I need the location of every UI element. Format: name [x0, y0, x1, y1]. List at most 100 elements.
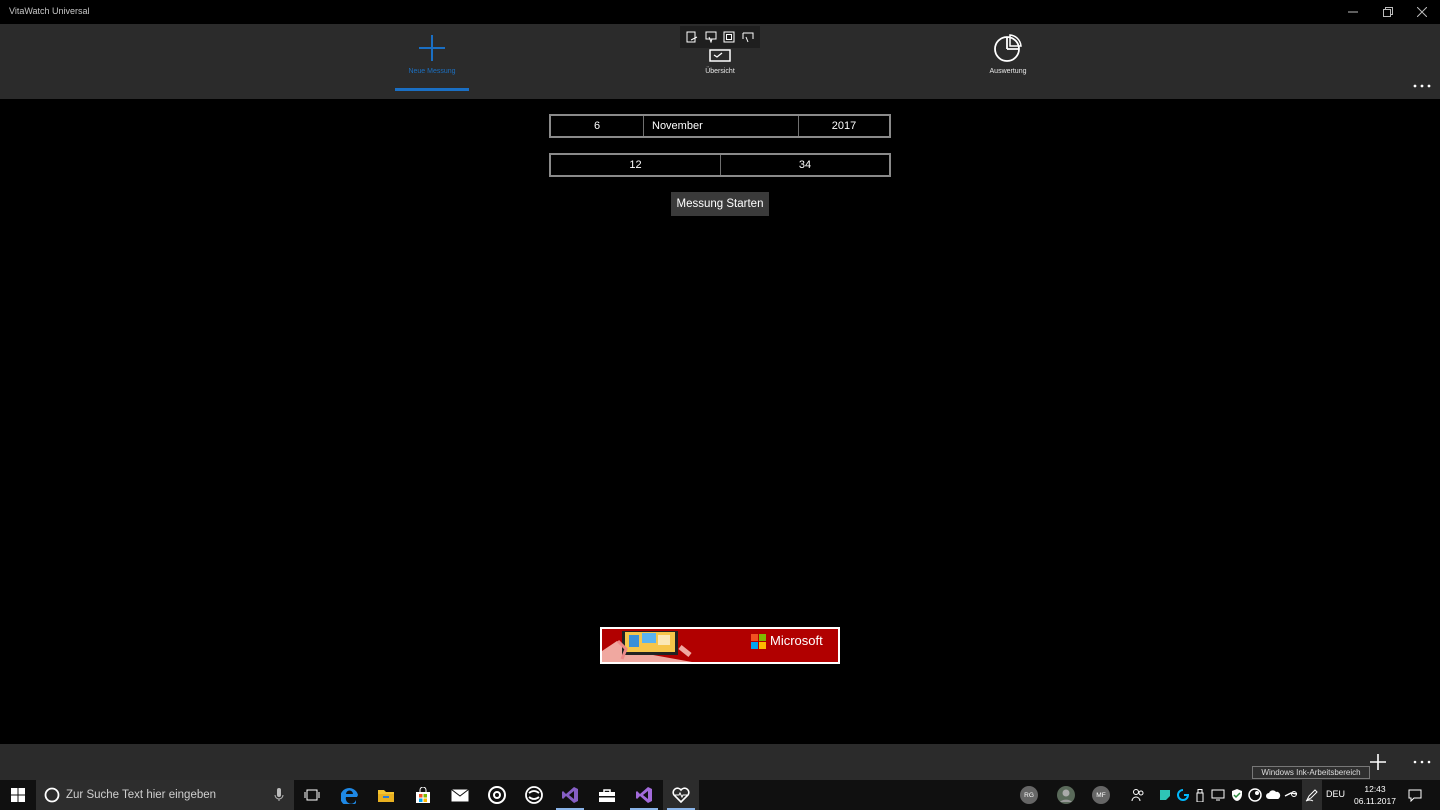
edge-button[interactable]	[332, 780, 368, 810]
search-placeholder: Zur Suche Text hier eingeben	[66, 789, 217, 801]
usb-button[interactable]	[1192, 780, 1208, 810]
more-icon	[1413, 84, 1431, 88]
mail-button[interactable]	[442, 780, 478, 810]
minute-selector[interactable]: 34	[720, 155, 889, 175]
screen-clip-button[interactable]	[703, 29, 719, 45]
tray-app-button[interactable]	[1157, 780, 1173, 810]
people-button[interactable]	[1128, 780, 1148, 810]
mail-icon	[451, 788, 469, 801]
active-tab-indicator	[395, 88, 469, 91]
ink-toolbar	[680, 26, 760, 48]
title-bar: VitaWatch Universal	[0, 0, 1440, 24]
clock[interactable]: 12:43 06.11.2017	[1350, 783, 1400, 807]
ad-brand: Microsoft	[770, 633, 823, 648]
action-center-button[interactable]	[1404, 780, 1426, 810]
window-clip-button[interactable]	[721, 29, 737, 45]
store-button[interactable]	[405, 780, 441, 810]
ad-illustration	[602, 629, 750, 662]
pen-icon	[1305, 789, 1318, 802]
cortana-icon	[44, 787, 60, 803]
contact-photo-button[interactable]	[1056, 780, 1076, 810]
app-bar	[0, 744, 1440, 780]
file-explorer-button[interactable]	[368, 780, 404, 810]
close-button[interactable]	[1405, 0, 1439, 24]
ad-banner[interactable]: Microsoft	[600, 627, 840, 664]
task-view-icon	[304, 789, 320, 801]
search-box[interactable]: Zur Suche Text hier eingeben	[36, 780, 294, 810]
input-language[interactable]: DEU	[1326, 789, 1345, 799]
screen-sketch-button[interactable]	[684, 29, 700, 45]
visual-studio-icon	[636, 787, 652, 803]
month-selector[interactable]: November	[643, 116, 798, 136]
hour-selector[interactable]: 12	[551, 155, 720, 175]
microsoft-logo-icon	[751, 634, 766, 649]
vitawatch-taskbar-button[interactable]	[663, 780, 699, 810]
tray-app-icon	[1160, 790, 1170, 800]
visual-studio-button[interactable]	[552, 780, 588, 810]
tab-label: Auswertung	[989, 68, 1027, 75]
pie-chart-icon	[992, 32, 1024, 64]
start-measurement-button[interactable]: Messung Starten	[671, 192, 769, 216]
avatar[interactable]: MF	[1092, 786, 1110, 804]
clock-date: 06.11.2017	[1354, 796, 1396, 806]
sway-button[interactable]	[516, 780, 552, 810]
defender-button[interactable]	[1228, 780, 1246, 810]
tab-label: Neue Messung	[408, 68, 456, 75]
restore-button[interactable]	[1371, 0, 1405, 24]
steam-tray-button[interactable]	[1282, 780, 1300, 810]
heart-icon	[672, 787, 690, 803]
date-picker[interactable]: 6 November 2017	[549, 114, 891, 138]
ink-workspace-tooltip: Windows Ink-Arbeitsbereich	[1252, 766, 1370, 779]
logitech-icon	[1177, 789, 1189, 801]
folder-icon	[378, 790, 394, 802]
taskbar: Zur Suche Text hier eingeben RG MF DEU 1…	[0, 780, 1440, 810]
visual-studio-2-button[interactable]	[626, 780, 662, 810]
visual-studio-icon	[562, 787, 578, 803]
window-title: VitaWatch Universal	[9, 6, 90, 16]
minimize-button[interactable]	[1336, 0, 1370, 24]
ink-workspace-button[interactable]	[1302, 780, 1322, 810]
steam-icon	[1248, 788, 1262, 802]
start-button[interactable]	[0, 780, 36, 810]
usb-icon	[1196, 788, 1204, 802]
year-selector[interactable]: 2017	[798, 116, 889, 136]
toolbox-button[interactable]	[589, 780, 625, 810]
cloud-icon	[1266, 790, 1281, 799]
microphone-icon	[274, 788, 284, 801]
restore-icon	[1383, 7, 1393, 17]
contact-photo-icon	[1057, 786, 1075, 804]
display-button[interactable]	[1209, 780, 1227, 810]
plus-icon	[1370, 754, 1386, 770]
tab-label: Übersicht	[705, 68, 735, 75]
store-icon	[416, 786, 430, 803]
free-clip-icon	[742, 32, 754, 43]
avatar[interactable]: RG	[1020, 786, 1038, 804]
sway-icon	[525, 786, 543, 804]
screen-sketch-icon	[686, 31, 698, 43]
steam-button[interactable]	[1246, 780, 1264, 810]
display-icon	[1211, 789, 1225, 801]
free-clip-button[interactable]	[740, 29, 756, 45]
steam-tray-icon	[1284, 791, 1298, 797]
clock-time: 12:43	[1364, 784, 1386, 794]
plus-icon	[416, 32, 448, 64]
notification-icon	[1408, 789, 1422, 802]
app-bar-more-button[interactable]	[1410, 754, 1434, 770]
time-picker[interactable]: 12 34	[549, 153, 891, 177]
task-view-button[interactable]	[294, 780, 330, 810]
close-icon	[1417, 7, 1427, 17]
edge-icon	[341, 788, 358, 804]
windows-logo-icon	[11, 788, 25, 802]
onedrive-button[interactable]	[1264, 780, 1282, 810]
groove-music-button[interactable]	[479, 780, 515, 810]
shield-icon	[1232, 789, 1242, 801]
more-icon	[1413, 760, 1431, 764]
screen-clip-icon	[705, 31, 717, 43]
more-options-button[interactable]	[1410, 80, 1434, 92]
groove-icon	[488, 786, 506, 804]
day-selector[interactable]: 6	[551, 116, 643, 136]
logitech-button[interactable]	[1175, 780, 1191, 810]
window-clip-icon	[723, 31, 735, 43]
people-icon	[1131, 789, 1144, 802]
tab-auswertung[interactable]: Auswertung	[958, 24, 1058, 99]
